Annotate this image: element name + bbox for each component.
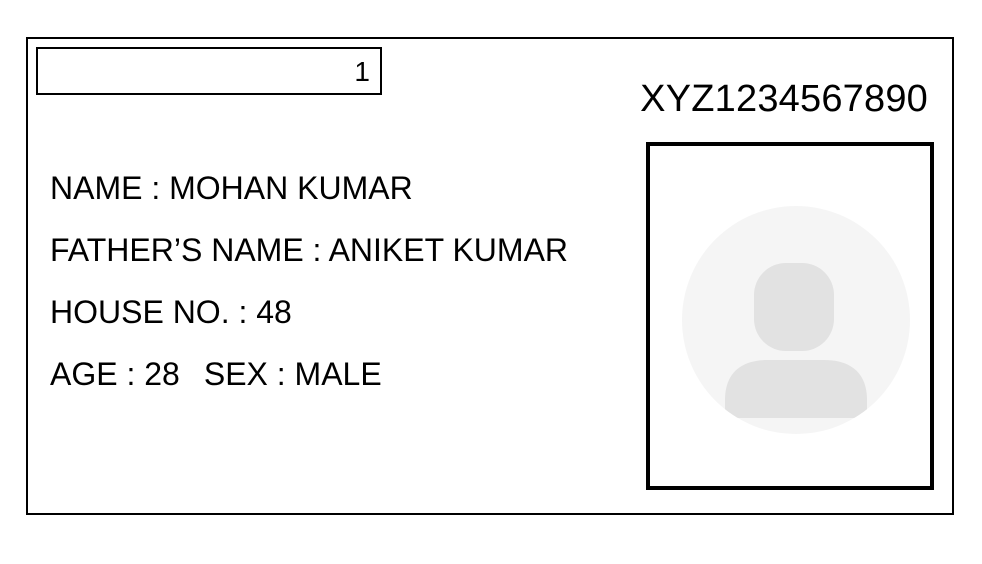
avatar-head — [754, 263, 834, 351]
age-separator: : — [117, 356, 145, 392]
house-no-separator: : — [229, 294, 257, 330]
sex-separator: : — [267, 356, 295, 392]
house-no-label: HOUSE NO. — [50, 294, 230, 330]
card-id-number: XYZ1234567890 — [640, 78, 928, 120]
father-name-value: ANIKET KUMAR — [328, 232, 569, 268]
sex-value: MALE — [294, 356, 382, 392]
serial-number: 1 — [354, 56, 370, 87]
name-label: NAME — [50, 170, 143, 206]
sex-label: SEX — [203, 356, 268, 392]
avatar-shoulders — [725, 360, 867, 418]
age-label: AGE — [50, 356, 118, 392]
father-name-label: FATHER’S NAME — [50, 232, 304, 268]
house-no-row: HOUSE NO. : 48 — [50, 281, 568, 343]
house-no-value: 48 — [256, 294, 292, 330]
serial-number-box: 1 — [36, 47, 382, 95]
holder-details: NAME : MOHAN KUMAR FATHER’S NAME : ANIKE… — [50, 157, 568, 405]
avatar-placeholder-icon — [682, 206, 910, 434]
name-row: NAME : MOHAN KUMAR — [50, 157, 568, 219]
name-separator: : — [142, 170, 170, 206]
name-value: MOHAN KUMAR — [169, 170, 413, 206]
father-name-separator: : — [303, 232, 329, 268]
father-name-row: FATHER’S NAME : ANIKET KUMAR — [50, 219, 568, 281]
photo-frame — [646, 142, 934, 490]
age-value: 28 — [144, 356, 180, 392]
age-sex-row: AGE : 28 SEX : MALE — [50, 343, 568, 405]
id-card: 1 XYZ1234567890 NAME : MOHAN KUMAR FATHE… — [26, 37, 954, 515]
